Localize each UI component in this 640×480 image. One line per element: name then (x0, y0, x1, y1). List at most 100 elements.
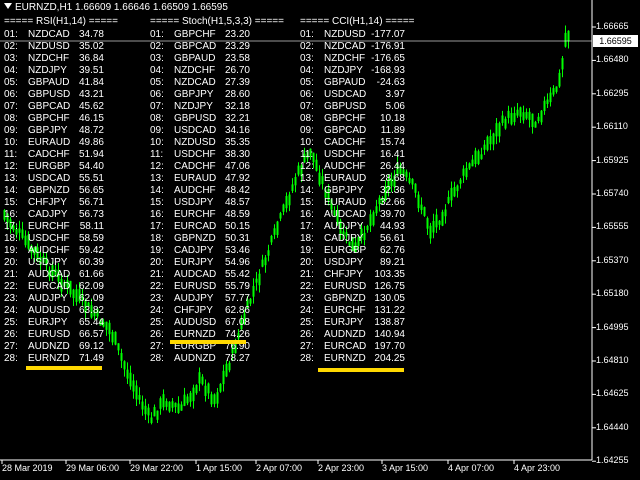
row-rank: 08: (4, 113, 18, 124)
row-symbol: USDJPY (324, 257, 364, 268)
row-symbol: CADCHF (174, 161, 216, 172)
row-value: 56.71 (78, 197, 104, 208)
row-symbol: EURCAD (324, 341, 367, 352)
candle-body (441, 211, 444, 226)
table-row: 07: GBPCAD 45.62 (4, 101, 104, 113)
row-symbol: USDCAD (28, 173, 71, 184)
candle-body (420, 204, 423, 211)
row-value: 56.73 (78, 209, 104, 220)
candle-body (162, 394, 165, 408)
row-value: 16.41 (379, 149, 405, 160)
row-symbol: GBPUSD (324, 101, 367, 112)
row-value: 23.20 (224, 29, 250, 40)
row-rank: 24: (150, 305, 164, 316)
row-value: 50.31 (224, 233, 250, 244)
table-row: 11: USDCHF 38.30 (150, 149, 250, 161)
candle-body (117, 343, 120, 351)
candle-body (411, 178, 414, 185)
row-rank: 06: (150, 89, 164, 100)
candle-body (210, 394, 213, 405)
candle-body (534, 121, 537, 128)
row-rank: 03: (150, 53, 164, 64)
candle-body (528, 111, 531, 120)
row-rank: 03: (300, 53, 314, 64)
candle-body (555, 86, 558, 92)
table-row: 06: USDCAD 3.97 (300, 89, 405, 101)
candle-body (486, 136, 489, 150)
row-symbol: EURCHF (28, 221, 70, 232)
row-rank: 20: (150, 257, 164, 268)
candle-body (537, 116, 540, 122)
row-symbol: NZDCAD (324, 41, 366, 52)
table-row: 25: EURJPY 138.87 (300, 317, 405, 329)
row-value: 89.21 (379, 257, 405, 268)
row-rank: 09: (150, 125, 164, 136)
candle-body (219, 383, 222, 392)
candle-body (501, 115, 504, 123)
row-symbol: EURAUD (174, 173, 217, 184)
row-rank: 23: (300, 293, 314, 304)
table-row: 15: EURAUD 32.66 (300, 197, 405, 209)
table-row: 08: GBPCHF 10.18 (300, 113, 405, 125)
row-value: 78.27 (224, 353, 250, 364)
row-symbol: GBPCAD (174, 41, 217, 52)
candle-body (192, 387, 195, 402)
row-symbol: GBPCAD (324, 125, 367, 136)
row-value: 35.35 (224, 137, 250, 148)
row-rank: 01: (150, 29, 164, 40)
candle-body (129, 372, 132, 387)
row-rank: 10: (4, 137, 18, 148)
row-rank: 05: (4, 77, 18, 88)
row-rank: 26: (300, 329, 314, 340)
row-value: 3.97 (385, 89, 405, 100)
table-row: 02: GBPCAD 23.29 (150, 41, 250, 53)
row-rank: 12: (300, 161, 314, 172)
row-value: 55.79 (224, 281, 250, 292)
dropdown-arrow-icon[interactable] (4, 3, 12, 9)
row-symbol: GBPJPY (324, 185, 364, 196)
row-rank: 16: (150, 209, 164, 220)
candle-body (453, 187, 456, 197)
candle-body (111, 331, 114, 343)
row-symbol: AUDUSD (174, 317, 217, 328)
table-row: 11: USDCHF 16.41 (300, 149, 405, 161)
price-label: 1.65370 (596, 254, 629, 265)
row-rank: 01: (300, 29, 314, 40)
row-value: 23.29 (224, 41, 250, 52)
row-symbol: GBPAUD (174, 53, 216, 64)
candle-body (171, 401, 174, 408)
row-rank: 08: (150, 113, 164, 124)
row-value: 126.75 (374, 281, 405, 292)
table-row: 08: GBPCHF 46.15 (4, 113, 104, 125)
table-row: 25: EURJPY 65.44 (4, 317, 104, 329)
candle-body (408, 177, 411, 183)
chart-window[interactable]: EURNZD,H1 1.66609 1.66646 1.66509 1.6659… (0, 0, 640, 480)
candle-body (510, 113, 513, 125)
row-value: 71.49 (78, 353, 104, 364)
row-value: 60.39 (78, 257, 104, 268)
rsi-header: ===== RSI(H1,14) ===== (4, 16, 118, 27)
row-rank: 22: (150, 281, 164, 292)
row-symbol: AUDJPY (174, 293, 214, 304)
table-row: 03: NZDCHF -176.65 (300, 53, 405, 65)
table-row: 10: CADCHF 15.74 (300, 137, 405, 149)
row-rank: 28: (4, 353, 18, 364)
row-value: 26.70 (224, 65, 250, 76)
table-row: 01: GBPCHF 23.20 (150, 29, 250, 41)
candle-body (141, 401, 144, 410)
candle-body (204, 385, 207, 396)
table-row: 07: GBPUSD 5.06 (300, 101, 405, 113)
candle-body (201, 376, 204, 385)
candle-body (276, 221, 279, 235)
row-symbol: GBPJPY (174, 89, 214, 100)
candle-body (567, 30, 570, 42)
row-rank: 04: (4, 65, 18, 76)
row-value: 47.06 (224, 161, 250, 172)
row-rank: 19: (150, 245, 164, 256)
time-label: 1 Apr 15:00 (196, 463, 243, 473)
row-value: 58.11 (79, 221, 104, 232)
row-symbol: GBPCHF (174, 29, 216, 40)
row-symbol: GBPAUD (28, 77, 70, 88)
row-value: 48.42 (224, 185, 250, 196)
row-value: -176.91 (371, 41, 405, 52)
